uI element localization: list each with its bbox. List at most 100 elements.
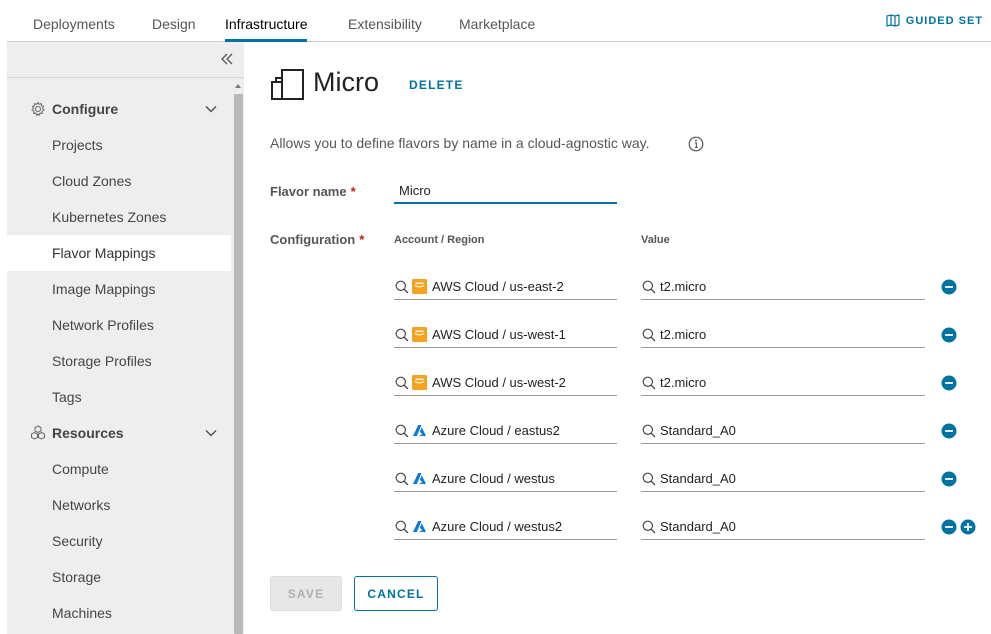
info-icon[interactable]: [688, 136, 704, 152]
flavor-value: t2.micro: [660, 327, 707, 342]
guided-setup-label: GUIDED SET: [905, 14, 983, 27]
sidebar-group-label: Resources: [52, 425, 124, 441]
flavor-name-input[interactable]: [394, 179, 617, 204]
remove-row-icon[interactable]: [941, 423, 957, 439]
remove-row-icon[interactable]: [941, 279, 957, 295]
aws-icon: [412, 279, 427, 294]
flavor-value-field[interactable]: Standard_A0: [641, 418, 925, 444]
sidebar-item-compute[interactable]: Compute: [7, 451, 231, 487]
add-row-icon[interactable]: [960, 519, 976, 535]
search-icon: [395, 280, 409, 293]
azure-icon: [413, 425, 426, 436]
remove-row-icon[interactable]: [941, 327, 957, 343]
flavor-value: Standard_A0: [660, 519, 736, 534]
cancel-button[interactable]: CANCEL: [354, 576, 438, 611]
tab-marketplace[interactable]: Marketplace: [459, 0, 535, 42]
flavor-value-field[interactable]: Standard_A0: [641, 466, 925, 492]
remove-row-icon[interactable]: [941, 519, 957, 535]
configuration-label: Configuration *: [270, 232, 365, 247]
main-content: Micro DELETE Allows you to define flavor…: [245, 42, 991, 634]
sidebar-item-network-profiles[interactable]: Network Profiles: [7, 307, 231, 343]
sidebar-item-tags[interactable]: Tags: [7, 379, 231, 415]
page-description: Allows you to define flavors by name in …: [270, 135, 650, 151]
sidebar-item-image-mappings[interactable]: Image Mappings: [7, 271, 231, 307]
search-icon: [642, 424, 656, 437]
search-icon: [642, 280, 656, 293]
configuration-row: Azure Cloud / eastus2 Standard_A0: [394, 418, 984, 448]
sidebar-item-security[interactable]: Security: [7, 523, 231, 559]
tab-design[interactable]: Design: [152, 0, 196, 42]
sidebar-group-configure[interactable]: Configure: [7, 91, 231, 127]
aws-icon: [412, 375, 427, 390]
account-region-field[interactable]: AWS Cloud / us-east-2: [394, 274, 617, 300]
flavor-value-field[interactable]: t2.micro: [641, 370, 925, 396]
search-icon: [642, 376, 656, 389]
flavor-value: t2.micro: [660, 375, 707, 390]
page-title: Micro: [313, 67, 379, 97]
guided-setup-link[interactable]: GUIDED SET: [886, 14, 983, 27]
aws-icon: [412, 327, 427, 342]
sidebar-item-projects[interactable]: Projects: [7, 127, 231, 163]
search-icon: [395, 472, 409, 485]
collapse-sidebar-icon[interactable]: [220, 52, 234, 66]
sidebar-group-label: Configure: [52, 101, 119, 117]
sidebar-item-storage[interactable]: Storage: [7, 559, 231, 595]
azure-icon: [413, 473, 426, 484]
remove-row-icon[interactable]: [941, 471, 957, 487]
sidebar-group-resources[interactable]: Resources: [7, 415, 231, 451]
flavor-icon: [271, 69, 304, 100]
scrollbar-thumb[interactable]: [234, 94, 243, 634]
account-region-field[interactable]: AWS Cloud / us-west-1: [394, 322, 617, 348]
search-icon: [395, 424, 409, 437]
map-icon: [886, 14, 900, 27]
delete-button[interactable]: DELETE: [409, 78, 464, 92]
save-button[interactable]: SAVE: [270, 576, 342, 611]
account-region-field[interactable]: Azure Cloud / westus2: [394, 514, 617, 540]
flavor-value: Standard_A0: [660, 471, 736, 486]
flavor-value-field[interactable]: Standard_A0: [641, 514, 925, 540]
configuration-row: Azure Cloud / westus2 Standard_A0: [394, 514, 984, 544]
configuration-row: Azure Cloud / westus Standard_A0: [394, 466, 984, 496]
sidebar-item-networks[interactable]: Networks: [7, 487, 231, 523]
account-region-value: Azure Cloud / eastus2: [432, 423, 560, 438]
account-region-value: Azure Cloud / westus2: [432, 519, 563, 534]
sidebar-item-cloud-zones[interactable]: Cloud Zones: [7, 163, 231, 199]
chevron-down-icon: [205, 429, 217, 437]
azure-icon: [413, 521, 426, 532]
sidebar-item-storage-profiles[interactable]: Storage Profiles: [7, 343, 231, 379]
column-header-value: Value: [641, 234, 670, 246]
sidebar: Configure Projects Cloud Zones Kubernete…: [7, 42, 244, 634]
account-region-field[interactable]: AWS Cloud / us-west-2: [394, 370, 617, 396]
tab-extensibility[interactable]: Extensibility: [348, 0, 422, 42]
remove-row-icon[interactable]: [941, 375, 957, 391]
gear-icon: [31, 101, 45, 117]
flavor-value-field[interactable]: t2.micro: [641, 274, 925, 300]
sidebar-item-flavor-mappings[interactable]: Flavor Mappings: [7, 235, 231, 271]
search-icon: [395, 328, 409, 341]
flavor-name-label: Flavor name *: [270, 184, 356, 199]
scroll-up-arrow-icon[interactable]: [235, 84, 241, 88]
flavor-value: t2.micro: [660, 279, 707, 294]
cubes-icon: [31, 425, 45, 440]
account-region-value: AWS Cloud / us-west-2: [432, 375, 566, 390]
chevron-down-icon: [205, 105, 217, 113]
flavor-value-field[interactable]: t2.micro: [641, 322, 925, 348]
account-region-field[interactable]: Azure Cloud / eastus2: [394, 418, 617, 444]
search-icon: [642, 520, 656, 533]
search-icon: [395, 520, 409, 533]
sidebar-header: [7, 42, 244, 78]
top-navigation: Deployments Design Infrastructure Extens…: [7, 0, 991, 42]
account-region-value: AWS Cloud / us-east-2: [432, 279, 564, 294]
sidebar-scrollbar[interactable]: [233, 79, 244, 634]
column-header-account-region: Account / Region: [394, 234, 485, 246]
configuration-row: AWS Cloud / us-west-2 t2.micro: [394, 370, 984, 400]
tab-infrastructure[interactable]: Infrastructure: [225, 0, 308, 42]
configuration-row: AWS Cloud / us-west-1 t2.micro: [394, 322, 984, 352]
tab-deployments[interactable]: Deployments: [33, 0, 115, 42]
search-icon: [642, 328, 656, 341]
account-region-field[interactable]: Azure Cloud / westus: [394, 466, 617, 492]
search-icon: [642, 472, 656, 485]
account-region-value: AWS Cloud / us-west-1: [432, 327, 566, 342]
sidebar-item-kubernetes-zones[interactable]: Kubernetes Zones: [7, 199, 231, 235]
sidebar-item-machines[interactable]: Machines: [7, 595, 231, 631]
